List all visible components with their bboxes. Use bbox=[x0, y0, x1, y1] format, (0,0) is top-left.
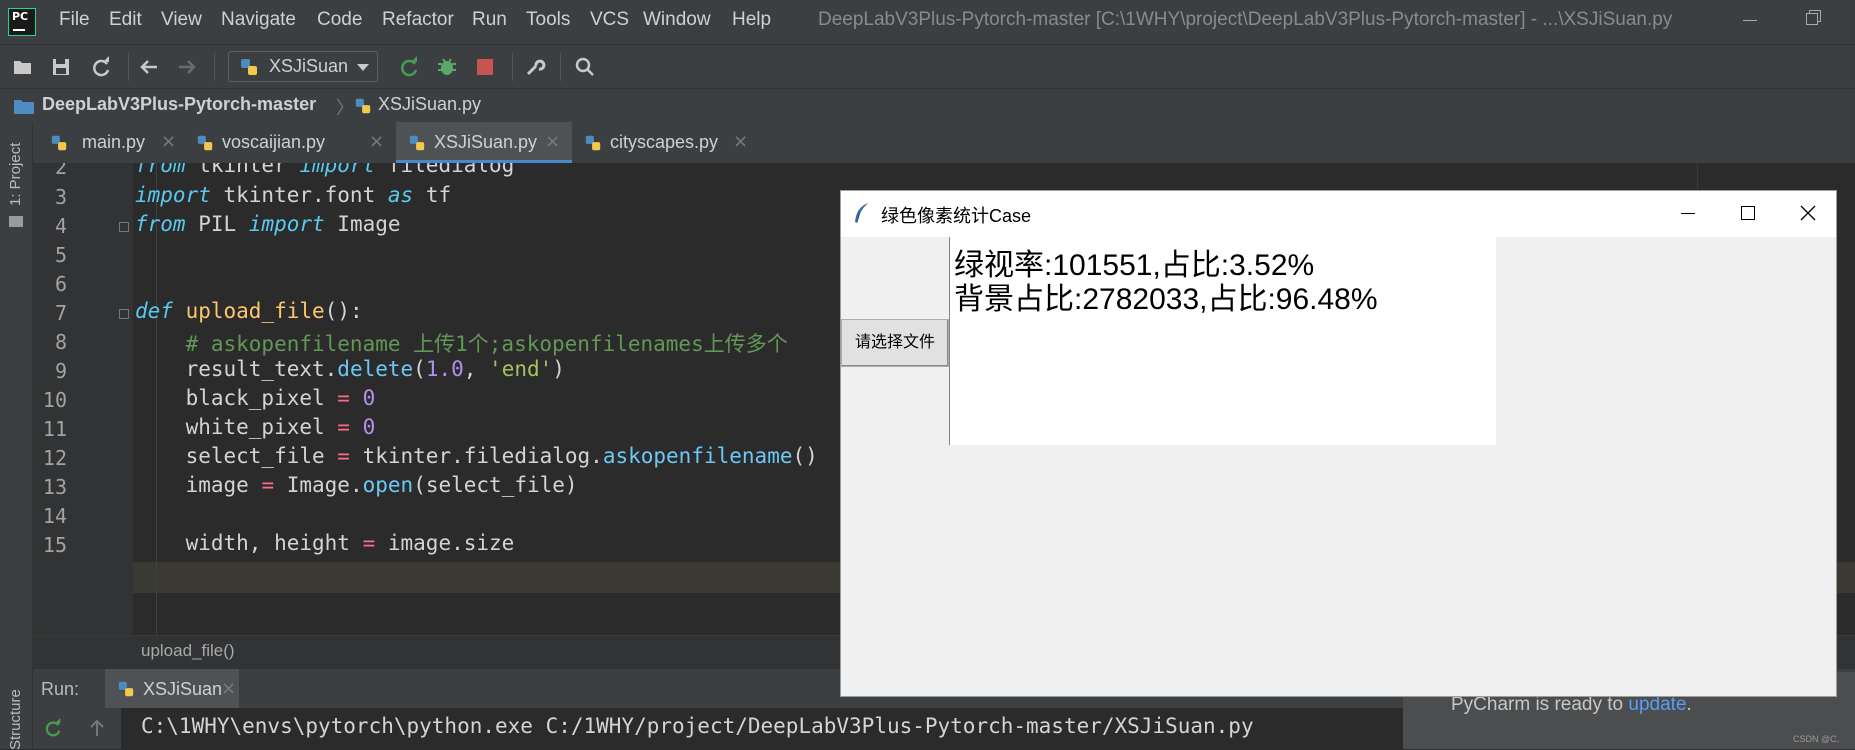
left-tool-strip: 1: Project Structure bbox=[0, 122, 33, 750]
editor-tabs: main.py × voscaijian.py × XSJiSuan.py × … bbox=[33, 122, 1855, 164]
menu-refactor[interactable]: Refactor bbox=[382, 9, 454, 31]
code-line: image = Image.open(select_file) bbox=[135, 473, 578, 497]
console-command: C:\1WHY\envs\pytorch\python.exe C:/1WHY/… bbox=[141, 714, 1254, 738]
close-icon[interactable]: × bbox=[545, 131, 560, 152]
python-file-icon bbox=[585, 135, 601, 151]
debug-bug-icon[interactable] bbox=[436, 56, 458, 78]
result-line: 背景占比:2782033,占比:96.48% bbox=[954, 283, 1378, 316]
tk-window: 绿色像素统计Case 请选择文件 绿视率:101551,占比:3.52% 背景占… bbox=[840, 190, 1837, 697]
tab-cityscapes-py[interactable]: cityscapes.py × bbox=[572, 122, 757, 163]
watermark: CSDN @C. bbox=[1793, 734, 1840, 744]
window-title: DeepLabV3Plus-Pytorch-master [C:\1WHY\pr… bbox=[818, 9, 1673, 30]
open-folder-icon[interactable] bbox=[12, 56, 34, 78]
python-file-icon bbox=[355, 98, 371, 114]
tab-xsjisuan-py[interactable]: XSJiSuan.py × bbox=[396, 122, 572, 163]
chevron-down-icon bbox=[357, 64, 369, 71]
rerun-icon[interactable] bbox=[398, 56, 420, 78]
run-label: Run: bbox=[41, 679, 80, 699]
menu-bar: PC File Edit View Navigate Code Refactor… bbox=[0, 0, 1855, 44]
code-line: result_text.delete(1.0, 'end') bbox=[135, 357, 565, 381]
function-breadcrumb[interactable]: upload_file() bbox=[141, 641, 235, 661]
python-file-icon bbox=[197, 135, 213, 151]
run-tab[interactable]: XSJiSuan × bbox=[105, 669, 239, 709]
save-icon[interactable] bbox=[50, 56, 72, 78]
fold-marker-icon[interactable] bbox=[119, 222, 129, 232]
code-line: from tkinter import filedialog bbox=[135, 163, 515, 177]
python-icon bbox=[241, 59, 257, 75]
settings-wrench-icon[interactable] bbox=[524, 56, 546, 78]
menu-code[interactable]: Code bbox=[317, 9, 362, 31]
run-config-label: XSJiSuan bbox=[269, 56, 349, 76]
close-icon[interactable]: × bbox=[221, 678, 236, 699]
forward-arrow-icon[interactable] bbox=[176, 56, 198, 78]
menu-run[interactable]: Run bbox=[472, 9, 507, 31]
close-icon[interactable]: × bbox=[733, 131, 748, 152]
close-icon[interactable]: × bbox=[369, 131, 384, 152]
toolbar: XSJiSuan bbox=[0, 44, 1855, 89]
breadcrumb-separator: 〉 bbox=[336, 98, 354, 118]
python-file-icon bbox=[51, 135, 67, 151]
menu-help[interactable]: Help bbox=[732, 9, 771, 31]
project-tool-tab[interactable]: 1: Project bbox=[7, 143, 24, 206]
menu-file[interactable]: File bbox=[59, 9, 90, 31]
code-line: black_pixel = 0 bbox=[135, 386, 376, 410]
maximize-icon[interactable] bbox=[1725, 191, 1771, 237]
code-line: import tkinter.font as tf bbox=[135, 183, 452, 207]
minimize-icon[interactable] bbox=[1665, 191, 1711, 237]
scroll-up-arrow-icon[interactable] bbox=[87, 718, 107, 738]
folder-icon bbox=[14, 100, 34, 114]
python-file-icon bbox=[409, 135, 425, 151]
menu-navigate[interactable]: Navigate bbox=[221, 9, 296, 31]
fold-marker-icon[interactable] bbox=[119, 309, 129, 319]
close-icon[interactable]: × bbox=[161, 131, 176, 152]
menu-tools[interactable]: Tools bbox=[526, 9, 570, 31]
menu-vcs[interactable]: VCS bbox=[590, 9, 629, 31]
breadcrumb: DeepLabV3Plus-Pytorch-master 〉 XSJiSuan.… bbox=[0, 88, 1855, 123]
pycharm-logo-icon: PC bbox=[8, 8, 36, 36]
code-comment: # askopenfilename 上传1个;askopenfilenames上… bbox=[135, 332, 788, 356]
code-line: white_pixel = 0 bbox=[135, 415, 376, 439]
project-folder-icon bbox=[9, 216, 23, 227]
stop-icon[interactable] bbox=[474, 56, 496, 78]
feather-icon bbox=[855, 203, 868, 223]
python-icon bbox=[118, 681, 134, 697]
menu-window[interactable]: Window bbox=[643, 9, 711, 31]
run-actions bbox=[33, 708, 121, 749]
sync-icon[interactable] bbox=[90, 56, 112, 78]
line-gutter: 2 3 4 5 6 7 8 9 10 11 12 13 14 15 bbox=[33, 163, 133, 635]
rerun-icon[interactable] bbox=[43, 718, 63, 738]
code-line: width, height = image.size bbox=[135, 531, 515, 555]
minimize-icon[interactable] bbox=[1738, 6, 1768, 36]
breadcrumb-file[interactable]: XSJiSuan.py bbox=[378, 94, 481, 115]
run-config-select[interactable]: XSJiSuan bbox=[228, 51, 378, 82]
back-arrow-icon[interactable] bbox=[138, 56, 160, 78]
search-icon[interactable] bbox=[574, 56, 596, 78]
select-file-button[interactable]: 请选择文件 bbox=[841, 319, 949, 367]
update-link[interactable]: update bbox=[1628, 694, 1686, 715]
code-line: select_file = tkinter.filedialog.askopen… bbox=[135, 444, 818, 468]
code-line: def upload_file(): bbox=[135, 299, 363, 323]
menu-edit[interactable]: Edit bbox=[109, 9, 142, 31]
tk-window-title: 绿色像素统计Case bbox=[881, 206, 1032, 226]
restore-icon[interactable] bbox=[1806, 10, 1821, 25]
breadcrumb-project[interactable]: DeepLabV3Plus-Pytorch-master bbox=[42, 94, 316, 115]
structure-tool-tab[interactable]: Structure bbox=[7, 689, 24, 750]
tab-main-py[interactable]: main.py × bbox=[40, 122, 188, 163]
menu-view[interactable]: View bbox=[161, 9, 202, 31]
tk-titlebar[interactable]: 绿色像素统计Case bbox=[841, 191, 1836, 237]
close-icon[interactable] bbox=[1785, 191, 1831, 237]
tab-voscaijian-py[interactable]: voscaijian.py × bbox=[188, 122, 396, 163]
result-textbox[interactable]: 绿视率:101551,占比:3.52% 背景占比:2782033,占比:96.4… bbox=[949, 237, 1496, 445]
code-line: from PIL import Image bbox=[135, 212, 401, 236]
